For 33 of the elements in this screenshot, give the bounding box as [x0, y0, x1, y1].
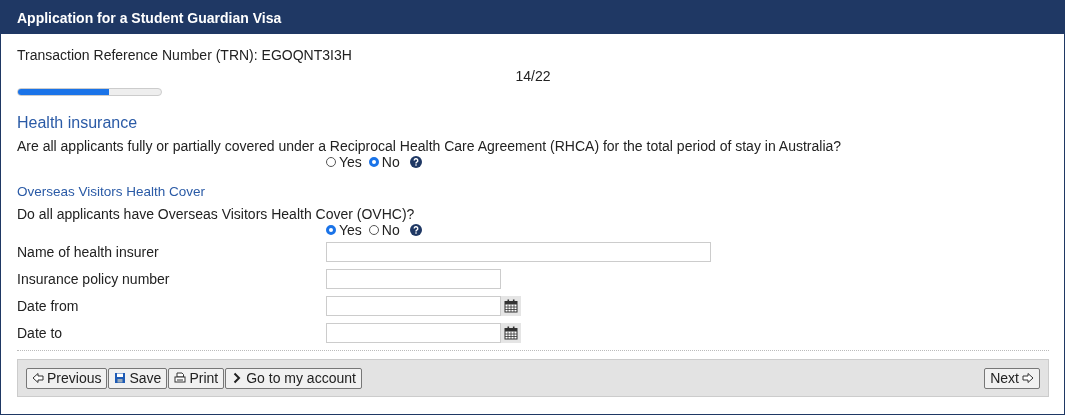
radio-label[interactable]: No — [381, 222, 400, 238]
field-label: Date from — [17, 298, 80, 314]
left-arrow-icon — [32, 372, 44, 384]
next-button[interactable]: Next — [984, 367, 1040, 389]
account-button[interactable]: Go to my account — [225, 367, 362, 389]
calendar-button[interactable] — [501, 323, 521, 343]
help-icon[interactable] — [409, 224, 422, 236]
radio-label[interactable]: Yes — [339, 154, 362, 170]
radio-label[interactable]: Yes — [339, 222, 362, 238]
input-field[interactable] — [326, 242, 711, 262]
window-title: Application for a Student Guardian Visa — [17, 9, 282, 26]
question-text: Are all applicants fully or partially covered under a Reciprocal Health Care Agreement (RHCA) for the total period of stay in Australia? — [17, 138, 843, 154]
input-field[interactable] — [326, 269, 501, 289]
section-heading: Health insurance — [17, 114, 139, 132]
radio-button[interactable] — [368, 157, 379, 167]
input-field[interactable] — [326, 296, 501, 316]
question-text: Do all applicants have Overseas Visitors Health Cover (OVHC)? — [17, 206, 416, 222]
calendar-button[interactable] — [501, 296, 521, 316]
field-label: Name of health insurer — [17, 244, 160, 260]
section-heading: Overseas Visitors Health Cover — [17, 184, 207, 200]
print-button[interactable]: Print — [168, 367, 225, 389]
input-field[interactable] — [326, 323, 501, 343]
right-arrow-icon — [1022, 372, 1034, 384]
save-button[interactable]: Save — [108, 367, 168, 389]
field-label: Insurance policy number — [17, 271, 171, 287]
printer-icon — [174, 372, 187, 384]
help-icon[interactable] — [409, 156, 422, 168]
previous-button[interactable]: Previous — [26, 367, 108, 389]
radio-label[interactable]: No — [381, 154, 400, 170]
radio-button[interactable] — [326, 225, 336, 235]
field-label: Date to — [17, 325, 64, 341]
step-counter: 14/22 — [514, 68, 552, 84]
trn-text: Transaction Reference Number (TRN): EGOQNT3I3H — [17, 47, 353, 63]
